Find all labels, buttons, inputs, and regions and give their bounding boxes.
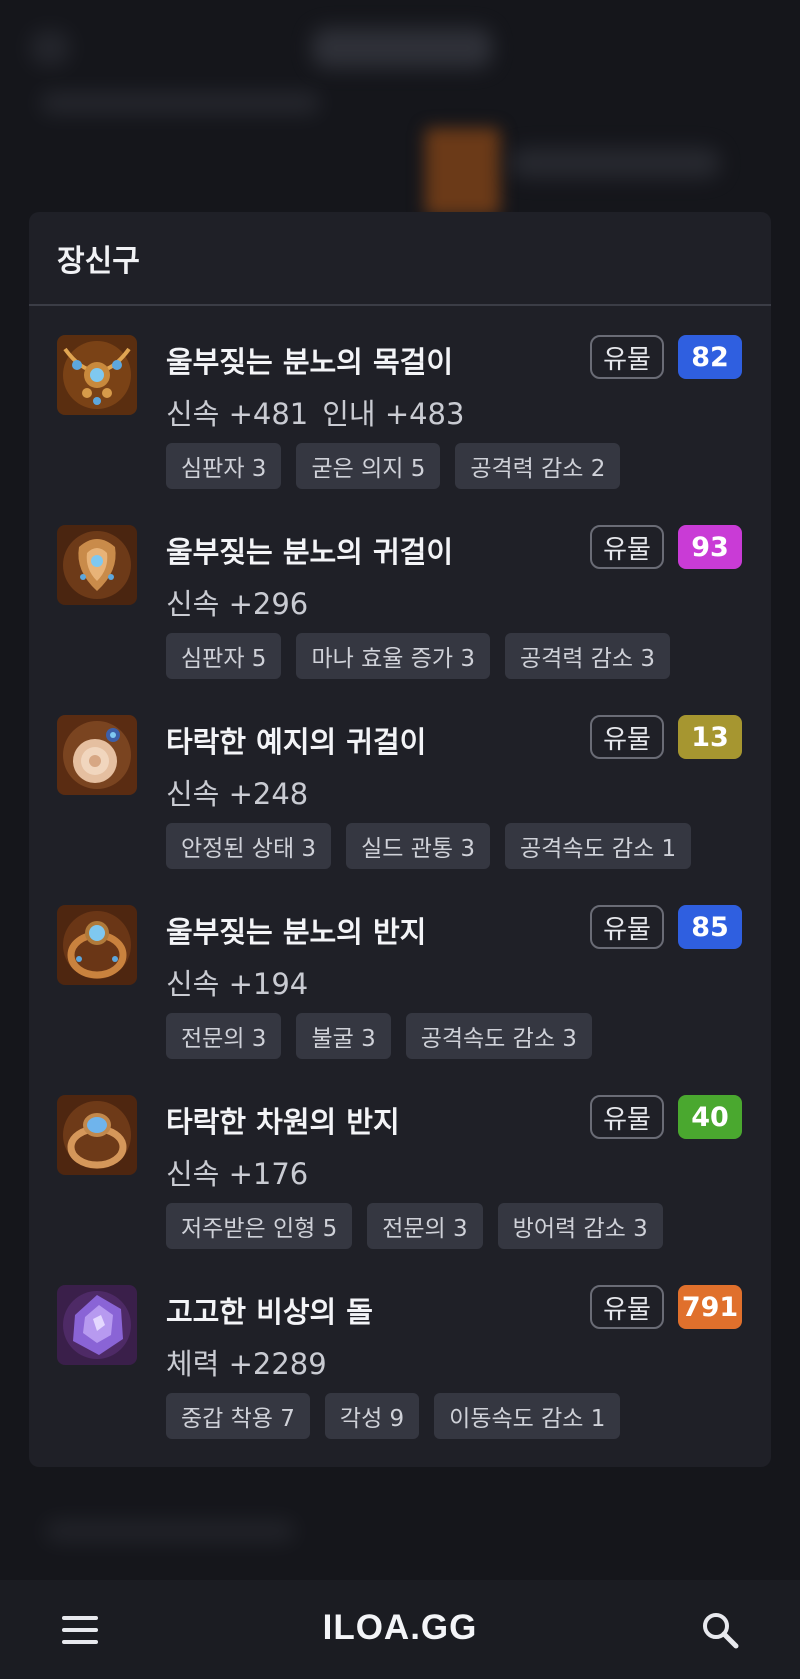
item-name: 울부짖는 분노의 반지 (166, 915, 427, 949)
item-stats: 신속 +481 인내 +483 (166, 397, 465, 431)
engraving-tags: 심판자 3 굳은 의지 5 공격력 감소 2 (166, 443, 621, 489)
quality-badge: 82 (678, 335, 742, 379)
panel-divider (29, 304, 771, 306)
earring-icon (57, 715, 137, 795)
engraving-tag: 전문의 3 (367, 1203, 483, 1249)
engraving-tag: 심판자 3 (166, 443, 282, 489)
grade-badge: 유물 (590, 905, 664, 949)
panel-title: 장신구 (57, 244, 140, 279)
item-stats: 신속 +296 (166, 587, 309, 621)
accessory-item[interactable]: 고고한 비상의 돌 체력 +2289 유물 791 중갑 착용 7 각성 9 이… (29, 1285, 771, 1475)
accessory-item[interactable]: 울부짖는 분노의 반지 신속 +194 유물 85 전문의 3 불굴 3 공격속… (29, 905, 771, 1095)
engraving-tag: 굳은 의지 5 (296, 443, 441, 489)
quality-badge: 13 (678, 715, 742, 759)
accessory-item[interactable]: 타락한 차원의 반지 신속 +176 유물 40 저주받은 인형 5 전문의 3… (29, 1095, 771, 1285)
engraving-tags: 심판자 5 마나 효율 증가 3 공격력 감소 3 (166, 633, 671, 679)
engraving-tag: 저주받은 인형 5 (166, 1203, 353, 1249)
engraving-tag: 이동속도 감소 1 (434, 1393, 621, 1439)
item-stats: 신속 +176 (166, 1157, 309, 1191)
blurred-item-text (510, 148, 720, 178)
engraving-tags: 중갑 착용 7 각성 9 이동속도 감소 1 (166, 1393, 621, 1439)
engraving-tag: 공격속도 감소 3 (405, 1013, 592, 1059)
grade-badge: 유물 (590, 1095, 664, 1139)
accessory-item[interactable]: 울부짖는 분노의 목걸이 신속 +481 인내 +483 유물 82 심판자 3 … (29, 335, 771, 525)
engraving-tag: 중갑 착용 7 (166, 1393, 310, 1439)
search-icon[interactable] (700, 1610, 740, 1650)
engraving-tag: 실드 관통 3 (346, 823, 490, 869)
engraving-tag: 방어력 감소 3 (497, 1203, 663, 1249)
engraving-tags: 안정된 상태 3 실드 관통 3 공격속도 감소 1 (166, 823, 692, 869)
quality-badge: 40 (678, 1095, 742, 1139)
blurred-header-title (312, 28, 492, 68)
engraving-tags: 저주받은 인형 5 전문의 3 방어력 감소 3 (166, 1203, 663, 1249)
engraving-tag: 각성 9 (324, 1393, 420, 1439)
accessory-item[interactable]: 울부짖는 분노의 귀걸이 신속 +296 유물 93 심판자 5 마나 효율 증… (29, 525, 771, 715)
ring-icon (57, 1095, 137, 1175)
blurred-subtext (40, 92, 320, 114)
blurred-item-art (425, 128, 500, 216)
engraving-tag: 공격력 감소 2 (455, 443, 621, 489)
engraving-tag: 공격력 감소 3 (504, 633, 671, 679)
quality-badge: 85 (678, 905, 742, 949)
item-stats: 체력 +2289 (166, 1347, 327, 1381)
blurred-header-left (30, 30, 70, 66)
grade-badge: 유물 (590, 525, 664, 569)
item-name: 울부짖는 분노의 목걸이 (166, 345, 453, 379)
grade-badge: 유물 (590, 1285, 664, 1329)
bottom-navigation-bar: ILOA.GG (0, 1580, 800, 1679)
engraving-tag: 불굴 3 (296, 1013, 391, 1059)
engraving-tag: 전문의 3 (166, 1013, 282, 1059)
ability-stone-icon (57, 1285, 137, 1365)
item-stats: 신속 +248 (166, 777, 309, 811)
engraving-tags: 전문의 3 불굴 3 공격속도 감소 3 (166, 1013, 592, 1059)
quality-badge: 93 (678, 525, 742, 569)
engraving-tag: 공격속도 감소 1 (504, 823, 692, 869)
earring-icon (57, 525, 137, 605)
item-name: 타락한 예지의 귀걸이 (166, 725, 427, 759)
item-name: 울부짖는 분노의 귀걸이 (166, 535, 453, 569)
item-name: 고고한 비상의 돌 (166, 1295, 373, 1329)
engraving-tag: 마나 효율 증가 3 (296, 633, 490, 679)
grade-badge: 유물 (590, 715, 664, 759)
accessory-item[interactable]: 타락한 예지의 귀걸이 신속 +248 유물 13 안정된 상태 3 실드 관통… (29, 715, 771, 905)
necklace-icon (57, 335, 137, 415)
engraving-tag: 안정된 상태 3 (166, 823, 332, 869)
site-logo[interactable]: ILOA.GG (0, 1608, 800, 1648)
quality-badge: 791 (678, 1285, 742, 1329)
item-stats: 신속 +194 (166, 967, 309, 1001)
engraving-tag: 심판자 5 (166, 633, 282, 679)
accessories-panel: 장신구 울부짖는 분노의 목걸이 신속 +481 인내 +483 유물 82 심판… (29, 212, 771, 1467)
item-name: 타락한 차원의 반지 (166, 1105, 400, 1139)
ring-icon (57, 905, 137, 985)
grade-badge: 유물 (590, 335, 664, 379)
blurred-footer-text (45, 1520, 295, 1542)
